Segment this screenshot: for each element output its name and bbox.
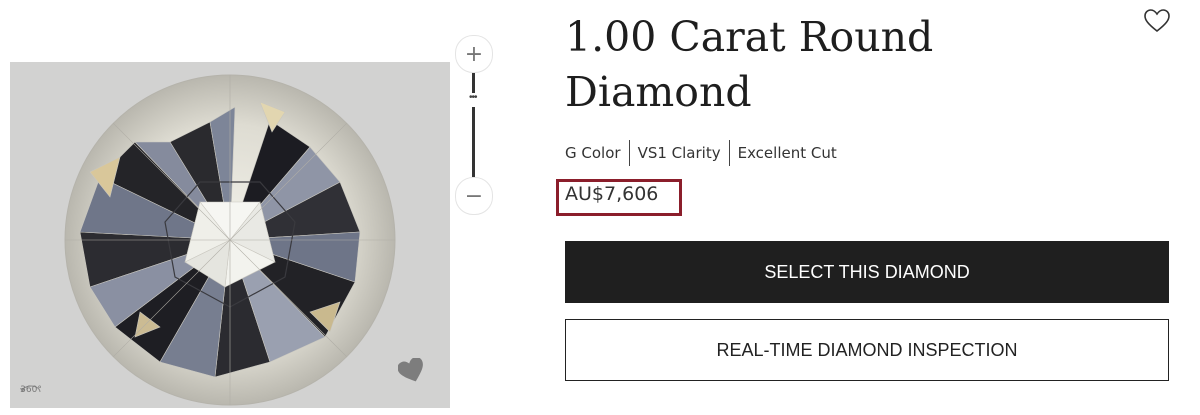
product-page: 360° + ••• − 1.00 Carat Round Diamond G … xyxy=(0,0,1200,415)
select-diamond-button[interactable]: SELECT THIS DIAMOND xyxy=(565,241,1169,303)
diamond-specs: G Color VS1 Clarity Excellent Cut xyxy=(565,140,837,166)
zoom-control: + ••• − xyxy=(455,35,493,215)
product-title: 1.00 Carat Round Diamond xyxy=(565,10,1125,120)
zoom-track-bottom xyxy=(472,107,475,177)
zoom-track-top xyxy=(472,73,475,93)
spec-cut: Excellent Cut xyxy=(737,144,837,162)
spec-clarity: VS1 Clarity xyxy=(637,144,721,162)
product-title-line-2: Diamond xyxy=(565,68,752,116)
diamond-image xyxy=(64,74,396,406)
spec-divider xyxy=(728,140,730,166)
spec-divider xyxy=(628,140,630,166)
heart-filled-icon xyxy=(398,358,423,382)
heart-outline-icon[interactable] xyxy=(1143,8,1171,34)
rotate-360-icon[interactable]: 360° xyxy=(18,376,44,398)
zoom-slider[interactable]: ••• xyxy=(469,73,477,177)
zoom-in-button[interactable]: + xyxy=(455,35,493,73)
zoom-handle-icon[interactable]: ••• xyxy=(469,93,477,103)
diamond-image-viewer[interactable]: 360° xyxy=(10,62,450,408)
diamond-inspection-button[interactable]: REAL-TIME DIAMOND INSPECTION xyxy=(565,319,1169,381)
product-price: AU$7,606 xyxy=(565,183,659,205)
spec-color: G Color xyxy=(565,144,621,162)
zoom-out-button[interactable]: − xyxy=(455,177,493,215)
product-title-line-1: 1.00 Carat Round xyxy=(565,13,934,61)
badge-360-label: 360° xyxy=(20,385,42,395)
